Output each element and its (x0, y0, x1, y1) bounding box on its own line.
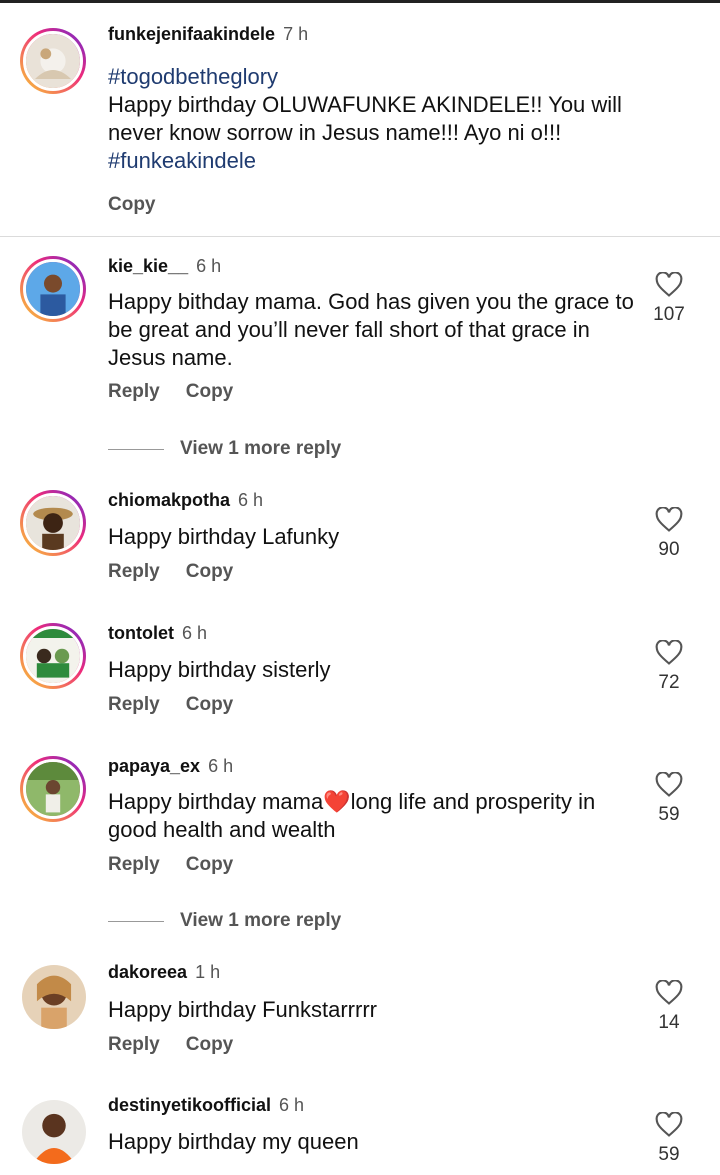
like-control: 90 (649, 507, 689, 561)
caption-author[interactable]: funkejenifaakindele 7 h (108, 24, 308, 45)
username[interactable]: funkejenifaakindele (108, 24, 275, 44)
comment-text: Happy birthday sisterly (108, 657, 331, 682)
hashtag-link[interactable]: #funkeakindele (108, 148, 256, 173)
copy-button[interactable]: Copy (186, 561, 234, 582)
like-control: 59 (649, 1112, 689, 1166)
username[interactable]: papaya_ex (108, 756, 200, 776)
timestamp: 6 h (279, 1095, 305, 1115)
like-control: 107 (649, 272, 689, 326)
username[interactable]: dakoreea (108, 962, 187, 982)
heart-icon[interactable] (655, 980, 683, 1006)
comment-text: Happy birthday mama❤️long life and prosp… (108, 788, 643, 844)
copy-button[interactable]: Copy (186, 1034, 234, 1055)
avatar[interactable] (20, 28, 86, 94)
timestamp: 6 h (238, 490, 264, 510)
divider-line (108, 920, 164, 922)
comment-author[interactable]: chiomakpotha 6 h (108, 490, 263, 511)
avatar[interactable] (22, 965, 86, 1029)
timestamp: 6 h (196, 256, 222, 276)
reply-button[interactable]: Reply (108, 381, 160, 402)
copy-button[interactable]: Copy (186, 694, 234, 715)
view-replies-button[interactable]: View 1 more reply (108, 438, 341, 460)
reply-button[interactable]: Reply (108, 1034, 160, 1055)
like-count: 14 (658, 1012, 680, 1033)
username[interactable]: destinyetikoofficial (108, 1095, 271, 1115)
avatar[interactable] (20, 256, 86, 322)
hashtag-link[interactable]: #togodbetheglory (108, 64, 278, 89)
comment-text: Happy birthday Lafunky (108, 524, 340, 549)
comment-actions: Reply Copy (108, 854, 259, 876)
view-replies-button[interactable]: View 1 more reply (108, 910, 341, 932)
comment-author[interactable]: papaya_ex 6 h (108, 756, 233, 777)
like-count: 59 (658, 1144, 680, 1165)
avatar[interactable] (20, 623, 86, 689)
username[interactable]: tontolet (108, 623, 174, 643)
heart-icon[interactable] (655, 507, 683, 533)
caption-body: Happy birthday OLUWAFUNKE AKINDELE!! You… (108, 92, 622, 145)
comment-author[interactable]: tontolet 6 h (108, 623, 207, 644)
caption-actions: Copy (108, 194, 182, 216)
comment-actions: Reply Copy (108, 381, 259, 403)
heart-icon[interactable] (655, 1112, 683, 1138)
like-count: 90 (658, 539, 680, 560)
comment-author[interactable]: dakoreea 1 h (108, 962, 220, 983)
username[interactable]: kie_kie__ (108, 256, 188, 276)
heart-icon[interactable] (655, 640, 683, 666)
heart-icon[interactable] (655, 272, 683, 298)
reply-button[interactable]: Reply (108, 561, 160, 582)
like-count: 72 (658, 672, 680, 693)
avatar[interactable] (22, 1100, 86, 1164)
avatar[interactable] (20, 490, 86, 556)
comment-text: Happy bithday mama. God has given you th… (108, 289, 634, 370)
copy-button[interactable]: Copy (186, 854, 234, 875)
comment-text: Happy birthday my queen (108, 1129, 359, 1154)
copy-button[interactable]: Copy (186, 381, 234, 402)
view-replies-label: View 1 more reply (180, 910, 342, 931)
copy-button[interactable]: Copy (108, 194, 156, 215)
comment-author[interactable]: destinyetikoofficial 6 h (108, 1095, 304, 1116)
comment-author[interactable]: kie_kie__ 6 h (108, 256, 221, 277)
username[interactable]: chiomakpotha (108, 490, 230, 510)
comment-actions: Reply Copy (108, 694, 259, 716)
post-caption: funkejenifaakindele 7 h #togodbetheglory … (0, 3, 720, 237)
like-count: 107 (653, 304, 685, 325)
comment-actions: Reply Copy (108, 1034, 259, 1056)
divider-line (108, 448, 164, 450)
comment-text: Happy birthday Funkstarrrrr (108, 997, 377, 1022)
heart-emoji: ❤️ (323, 789, 351, 814)
like-count: 59 (658, 804, 680, 825)
reply-button[interactable]: Reply (108, 854, 160, 875)
avatar[interactable] (20, 756, 86, 822)
reply-button[interactable]: Reply (108, 694, 160, 715)
comment-text-part: Happy birthday mama (108, 789, 324, 814)
timestamp: 7 h (283, 24, 309, 44)
view-replies-label: View 1 more reply (180, 438, 342, 459)
like-control: 59 (649, 772, 689, 826)
timestamp: 6 h (181, 623, 208, 643)
heart-icon[interactable] (655, 772, 683, 798)
caption-text: #togodbetheglory Happy birthday OLUWAFUN… (108, 63, 668, 175)
comment-actions: Reply Copy (108, 561, 259, 583)
timestamp: 1 h (195, 962, 221, 982)
like-control: 14 (649, 980, 689, 1034)
timestamp: 6 h (208, 756, 234, 776)
like-control: 72 (649, 640, 689, 694)
